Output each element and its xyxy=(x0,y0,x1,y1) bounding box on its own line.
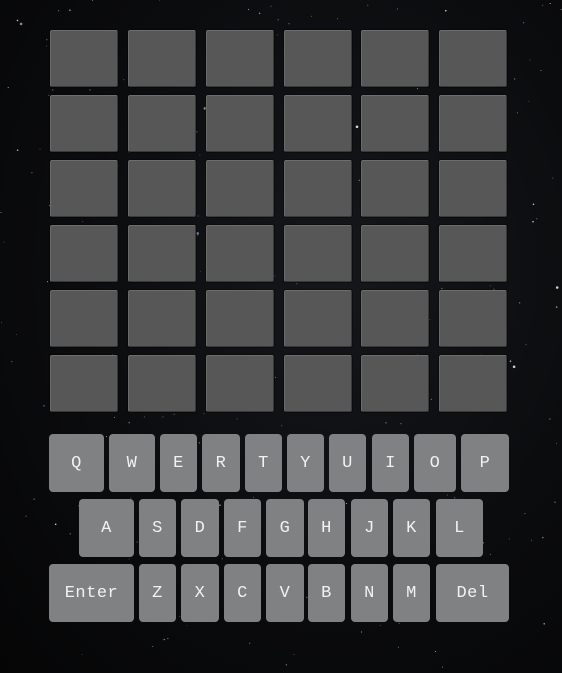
board-tile xyxy=(439,95,507,152)
key-del[interactable]: Del xyxy=(436,564,509,622)
key-y[interactable]: Y xyxy=(287,434,324,492)
board-tile xyxy=(361,95,429,152)
board-tile xyxy=(206,355,274,412)
board-tile xyxy=(206,30,274,87)
board-tile xyxy=(206,160,274,217)
board-tile xyxy=(50,290,118,347)
key-b[interactable]: B xyxy=(308,564,345,622)
guess-board xyxy=(50,30,509,413)
board-tile xyxy=(284,95,352,152)
board-tile xyxy=(50,95,118,152)
key-x[interactable]: X xyxy=(181,564,219,622)
board-tile xyxy=(439,30,507,87)
key-a[interactable]: A xyxy=(79,499,134,557)
board-tile xyxy=(361,225,429,282)
key-s[interactable]: S xyxy=(139,499,176,557)
board-tile xyxy=(50,30,118,87)
board-tile xyxy=(206,290,274,347)
board-tile xyxy=(128,30,196,87)
key-m[interactable]: M xyxy=(393,564,430,622)
board-tile xyxy=(128,95,196,152)
board-tile xyxy=(50,225,118,282)
board-tile xyxy=(284,290,352,347)
board-tile xyxy=(50,160,118,217)
board-tile xyxy=(128,290,196,347)
key-z[interactable]: Z xyxy=(139,564,176,622)
board-tile xyxy=(284,225,352,282)
board-tile xyxy=(128,160,196,217)
board-tile xyxy=(284,30,352,87)
board-tile xyxy=(361,290,429,347)
key-q[interactable]: Q xyxy=(49,434,104,492)
key-r[interactable]: R xyxy=(202,434,240,492)
key-c[interactable]: C xyxy=(224,564,261,622)
key-g[interactable]: G xyxy=(266,499,304,557)
key-d[interactable]: D xyxy=(181,499,219,557)
board-tile xyxy=(361,160,429,217)
key-n[interactable]: N xyxy=(351,564,388,622)
key-j[interactable]: J xyxy=(351,499,388,557)
board-tile xyxy=(50,355,118,412)
key-u[interactable]: U xyxy=(329,434,366,492)
key-k[interactable]: K xyxy=(393,499,430,557)
board-tile xyxy=(361,30,429,87)
key-f[interactable]: F xyxy=(224,499,261,557)
key-w[interactable]: W xyxy=(109,434,155,492)
board-tile xyxy=(439,225,507,282)
key-v[interactable]: V xyxy=(266,564,304,622)
board-tile xyxy=(439,160,507,217)
key-l[interactable]: L xyxy=(436,499,483,557)
key-e[interactable]: E xyxy=(160,434,197,492)
key-enter[interactable]: Enter xyxy=(49,564,134,622)
key-o[interactable]: O xyxy=(414,434,456,492)
board-tile xyxy=(206,225,274,282)
board-tile xyxy=(128,355,196,412)
board-tile xyxy=(206,95,274,152)
board-tile xyxy=(439,290,507,347)
board-tile xyxy=(439,355,507,412)
board-tile xyxy=(284,160,352,217)
key-h[interactable]: H xyxy=(308,499,345,557)
board-tile xyxy=(284,355,352,412)
key-p[interactable]: P xyxy=(461,434,509,492)
board-tile xyxy=(128,225,196,282)
key-t[interactable]: T xyxy=(245,434,282,492)
board-tile xyxy=(361,355,429,412)
key-i[interactable]: I xyxy=(372,434,409,492)
